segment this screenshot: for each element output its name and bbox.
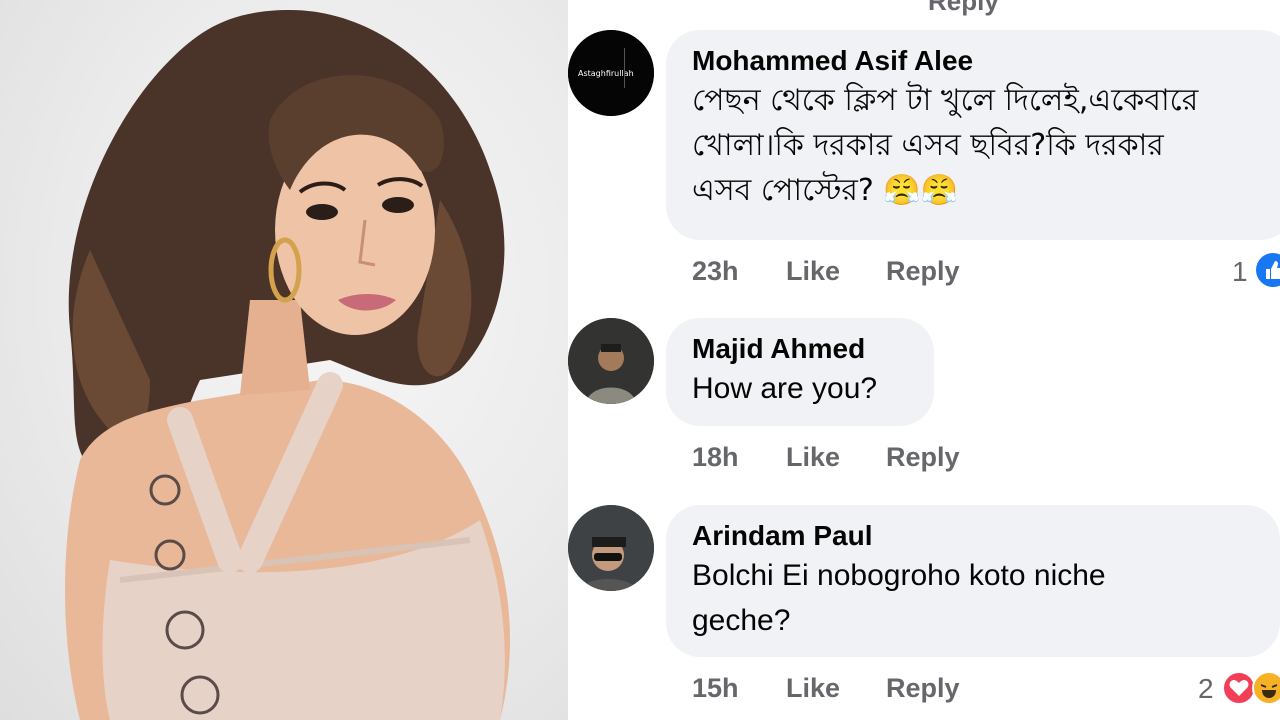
like-button[interactable]: Like — [786, 673, 840, 704]
haha-reaction-icon — [1252, 671, 1280, 705]
avatar[interactable] — [568, 318, 654, 404]
avatar[interactable]: Astaghfirullah — [568, 30, 654, 116]
like-reaction-icon — [1256, 253, 1280, 287]
portrait-illustration — [65, 10, 510, 720]
comment-timestamp[interactable]: 15h — [692, 673, 739, 704]
comment-bubble[interactable]: Arindam Paul Bolchi Ei nobogroho koto ni… — [666, 505, 1280, 657]
love-reaction-icon — [1222, 671, 1256, 705]
avatar[interactable] — [568, 505, 654, 591]
comments-panel: Reply Astaghfirullah Mohammed Asif Alee … — [568, 0, 1280, 720]
comment-text-line: Bolchi Ei nobogroho koto niche — [692, 559, 1106, 592]
reply-button[interactable]: Reply — [886, 256, 960, 287]
comment-timestamp[interactable]: 23h — [692, 256, 739, 287]
like-button[interactable]: Like — [786, 256, 840, 287]
comment-timestamp[interactable]: 18h — [692, 442, 739, 473]
comment-author[interactable]: Mohammed Asif Alee — [692, 44, 1268, 78]
avatar-label: Astaghfirullah — [578, 69, 634, 78]
avatar-icon: Astaghfirullah — [568, 30, 654, 116]
comment-author[interactable]: Arindam Paul — [692, 519, 1254, 553]
like-button[interactable]: Like — [786, 442, 840, 473]
comment-bubble[interactable]: Mohammed Asif Alee পেছন থেকে ক্লিপ টা খু… — [666, 30, 1280, 240]
comment-text-line: geche? — [692, 604, 791, 637]
reaction-count[interactable]: 2 — [1198, 673, 1214, 705]
comment-text-line: How are you? — [692, 372, 878, 405]
reply-button[interactable]: Reply — [886, 442, 960, 473]
comment-text-line: পেছন থেকে ক্লিপ টা খুলে দিলেই,একেবারে — [692, 83, 1199, 118]
avatar-icon — [568, 505, 654, 591]
comment-text-line: খোলা।কি দরকার এসব ছবির?কি দরকার — [692, 128, 1164, 163]
comment-bubble[interactable]: Majid Ahmed How are you? — [666, 318, 934, 426]
reaction-count[interactable]: 1 — [1232, 256, 1248, 288]
avatar-icon — [568, 318, 654, 404]
reply-link[interactable]: Reply — [928, 0, 999, 17]
comment-text-line: এসব পোস্টের? 😤😤 — [692, 173, 959, 208]
comment-author[interactable]: Majid Ahmed — [692, 332, 908, 366]
post-photo — [0, 0, 568, 720]
reply-button[interactable]: Reply — [886, 673, 960, 704]
